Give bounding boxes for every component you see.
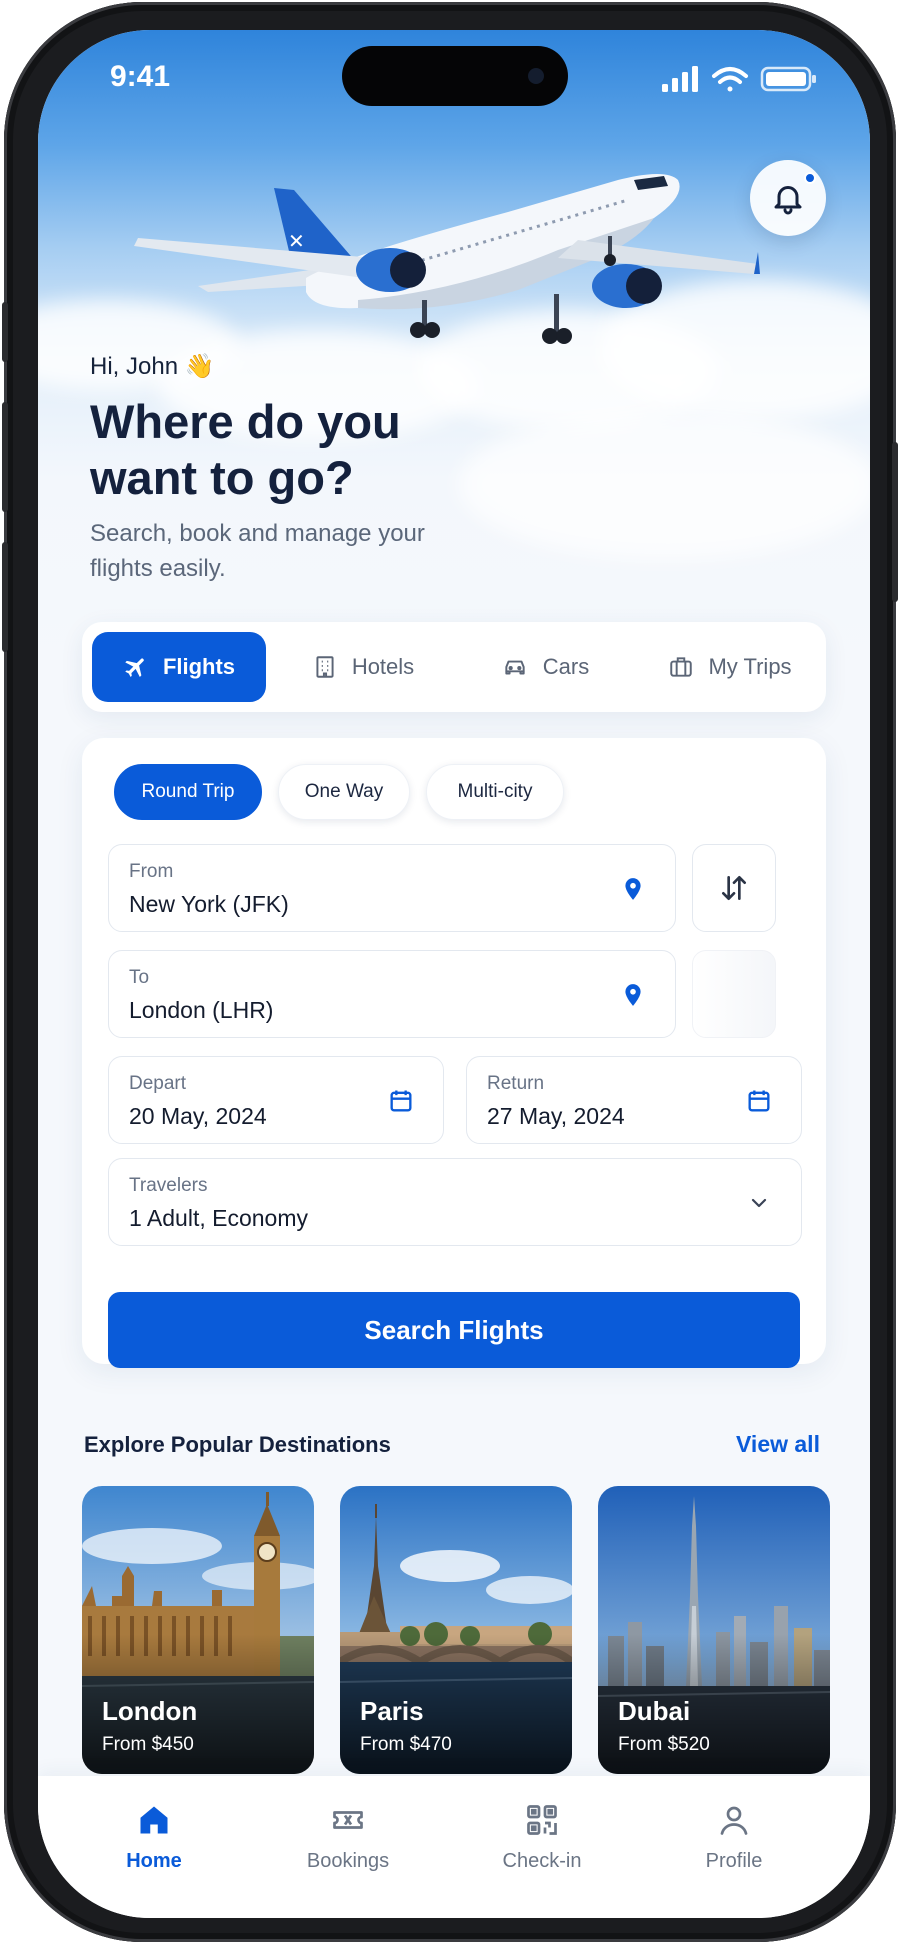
nav-bookings-label: Bookings: [306, 1850, 390, 1872]
destination-price: From $470: [360, 1734, 452, 1755]
notification-button[interactable]: [750, 160, 826, 236]
status-bar: 9:41: [38, 30, 870, 130]
briefcase-icon: [670, 657, 693, 677]
from-field[interactable]: From New York (JFK): [108, 844, 676, 932]
car-icon: [505, 660, 525, 675]
travelers-value: 1 Adult, Economy: [129, 1205, 308, 1231]
home-icon: [140, 1806, 168, 1834]
travelers-select[interactable]: Travelers 1 Adult, Economy: [108, 1158, 802, 1246]
notification-badge: [804, 172, 816, 184]
destination-name: Paris: [360, 1696, 424, 1726]
qr-code-icon: [527, 1805, 557, 1835]
to-label: To: [129, 967, 150, 988]
tab-cars-label: Cars: [542, 654, 590, 679]
category-tabs: Flights Hotels Cars My Trips: [82, 622, 826, 712]
status-icons: [662, 64, 822, 94]
tab-my-trips-label: My Trips: [708, 654, 792, 679]
depart-label: Depart: [129, 1073, 187, 1094]
nav-check-in-label: Check-in: [502, 1850, 582, 1872]
nav-home-label: Home: [126, 1850, 182, 1872]
flight-search-card: Round Trip One Way Multi-city From New Y…: [82, 738, 826, 1368]
tab-cars[interactable]: Cars: [460, 632, 630, 702]
depart-date-field[interactable]: Depart 20 May, 2024: [108, 1056, 444, 1144]
destination-name: London: [102, 1696, 198, 1726]
destination-card-dubai[interactable]: Dubai From $520: [598, 1486, 830, 1774]
ticket-icon: [333, 1811, 363, 1829]
page-subtitle: Search, book and manage your flights eas…: [90, 520, 425, 582]
svg-text:✕: ✕: [288, 229, 305, 253]
trip-type-round-trip[interactable]: Round Trip: [114, 764, 262, 820]
destination-card-london[interactable]: London From $450: [82, 1486, 314, 1774]
nav-profile[interactable]: Profile: [664, 1802, 804, 1873]
destination-price: From $520: [618, 1734, 710, 1755]
return-value: 27 May, 2024: [487, 1103, 625, 1129]
calendar-icon: [745, 1087, 773, 1115]
volume-up-button: [2, 402, 8, 512]
nav-home[interactable]: Home: [84, 1802, 224, 1873]
bell-icon: [774, 186, 802, 215]
mute-switch: [2, 302, 8, 362]
status-time: 9:41: [110, 60, 171, 93]
travelers-label: Travelers: [129, 1175, 208, 1196]
page-title: Where do you want to go?: [90, 395, 401, 504]
from-value: New York (JFK): [129, 891, 289, 917]
tab-flights-label: Flights: [162, 654, 236, 679]
trip-type-multi-city[interactable]: Multi-city: [426, 764, 564, 820]
calendar-icon: [387, 1087, 415, 1115]
app-screen: ✕ 9:41 Hi, John 👋 Where do you want to g…: [38, 30, 870, 1918]
nav-profile-label: Profile: [705, 1850, 763, 1872]
user-icon: [720, 1806, 748, 1835]
plane-icon: [125, 658, 144, 677]
map-pin-icon: [619, 875, 647, 903]
destination-price: From $450: [102, 1734, 194, 1755]
swap-arrows-icon: [722, 876, 746, 900]
to-value: London (LHR): [129, 997, 274, 1023]
destination-card-paris[interactable]: Paris From $470: [340, 1486, 572, 1774]
destination-name: Dubai: [618, 1696, 691, 1726]
wifi-icon: [712, 67, 748, 92]
bottom-navigation: Home Bookings Check-in Profile: [38, 1776, 870, 1918]
from-label: From: [129, 861, 174, 882]
return-date-field[interactable]: Return 27 May, 2024: [466, 1056, 802, 1144]
signal-icon: [662, 66, 698, 92]
chevron-down-icon: [745, 1189, 773, 1217]
building-icon: [316, 656, 334, 678]
return-label: Return: [487, 1073, 545, 1094]
placeholder-box: [692, 950, 776, 1038]
trip-type-one-way[interactable]: One Way: [278, 764, 410, 820]
destinations-title: Explore Popular Destinations: [84, 1432, 391, 1457]
greeting-text: Hi, John 👋: [90, 353, 215, 380]
view-all-link[interactable]: View all: [736, 1431, 820, 1458]
nav-check-in[interactable]: Check-in: [472, 1802, 612, 1873]
depart-value: 20 May, 2024: [129, 1103, 267, 1129]
dynamic-island: [342, 46, 568, 106]
tab-my-trips[interactable]: My Trips: [642, 632, 818, 702]
swap-locations-button[interactable]: [692, 844, 776, 932]
map-pin-icon: [619, 981, 647, 1009]
battery-icon: [760, 66, 816, 92]
phone-frame: ✕ 9:41 Hi, John 👋 Where do you want to g…: [2, 2, 898, 1942]
nav-bookings[interactable]: Bookings: [278, 1802, 418, 1873]
search-flights-button[interactable]: Search Flights: [108, 1292, 800, 1368]
volume-down-button: [2, 542, 8, 652]
tab-hotels[interactable]: Hotels: [278, 632, 448, 702]
tab-flights[interactable]: Flights: [92, 632, 266, 702]
to-field[interactable]: To London (LHR): [108, 950, 676, 1038]
power-button: [892, 442, 898, 602]
tab-hotels-label: Hotels: [351, 654, 415, 679]
